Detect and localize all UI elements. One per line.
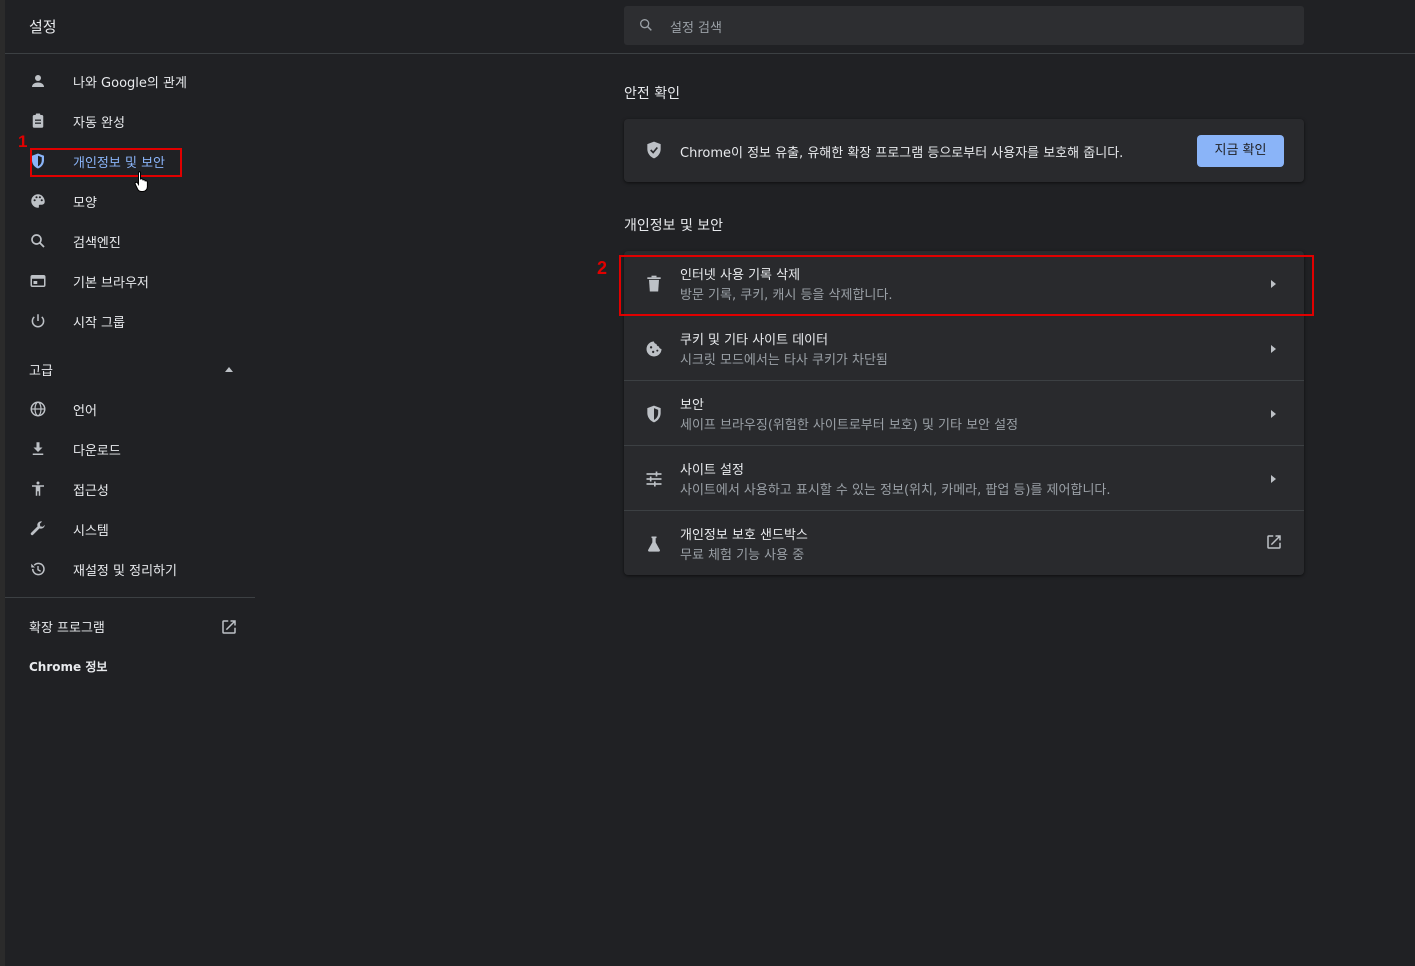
extensions-link[interactable]: 확장 프로그램 — [29, 617, 105, 636]
tune-icon — [646, 471, 662, 487]
safety-check-card: Chrome이 정보 유출, 유해한 확장 프로그램 등으로부터 사용자를 보호… — [624, 119, 1304, 182]
row-title: 개인정보 보호 샌드박스 — [680, 528, 808, 543]
chevron-right-icon — [1271, 345, 1276, 353]
search-icon — [31, 234, 45, 248]
sidebar-item-label: 다운로드 — [73, 444, 121, 459]
sidebar-item-system[interactable]: 시스템 — [5, 509, 255, 549]
sidebar-item-label: 언어 — [73, 404, 97, 419]
shield-check-icon — [647, 141, 661, 159]
row-title: 쿠키 및 기타 사이트 데이터 — [680, 333, 829, 348]
open-in-new-icon[interactable] — [220, 618, 238, 636]
annotation-number-2: 2 — [597, 258, 608, 278]
site-settings-row[interactable]: 사이트 설정 사이트에서 사용하고 표시할 수 있는 정보(위치, 카메라, 팝… — [624, 446, 1304, 511]
privacy-sandbox-row[interactable]: 개인정보 보호 샌드박스 무료 체험 기능 사용 중 — [624, 511, 1304, 576]
download-icon — [32, 442, 44, 455]
sidebar-item-downloads[interactable]: 다운로드 — [5, 429, 255, 469]
sidebar-item-languages[interactable]: 언어 — [5, 389, 255, 429]
sidebar-item-on-startup[interactable]: 시작 그룹 — [5, 301, 255, 341]
highlight-box-1 — [30, 148, 182, 177]
chevron-right-icon — [1271, 475, 1276, 483]
security-row[interactable]: 보안 세이프 브라우징(위험한 사이트로부터 보호) 및 기타 보안 설정 — [624, 381, 1304, 446]
sidebar-item-label: 시스템 — [73, 524, 109, 539]
about-chrome-link[interactable]: Chrome 정보 — [29, 658, 107, 675]
highlight-box-2 — [619, 255, 1314, 316]
sidebar-item-label: 자동 완성 — [73, 116, 125, 131]
open-in-new-icon — [1267, 535, 1281, 549]
row-subtitle: 무료 체험 기능 사용 중 — [680, 548, 805, 563]
sidebar-item-label: 접근성 — [73, 484, 109, 499]
browser-icon — [30, 275, 46, 287]
sidebar-item-label: 나와 Google의 관계 — [73, 76, 187, 91]
row-title: 사이트 설정 — [680, 463, 744, 478]
sidebar-item-label: 시작 그룹 — [73, 316, 125, 331]
flask-icon — [648, 536, 660, 552]
sidebar-item-label: 재설정 및 정리하기 — [73, 564, 177, 579]
globe-icon — [30, 401, 46, 417]
search-box[interactable]: 설정 검색 — [624, 6, 1304, 45]
cookies-row[interactable]: 쿠키 및 기타 사이트 데이터 시크릿 모드에서는 타사 쿠키가 차단됨 — [624, 316, 1304, 381]
sidebar-item-label: 검색엔진 — [73, 236, 121, 251]
sidebar-item-accessibility[interactable]: 접근성 — [5, 469, 255, 509]
page-title: 설정 — [29, 18, 57, 36]
palette-icon — [31, 194, 45, 208]
cookie-icon — [646, 341, 662, 357]
annotation-number-1: 1 — [18, 132, 28, 151]
search-icon — [640, 18, 652, 31]
shield-icon — [647, 405, 661, 423]
row-title: 보안 — [680, 398, 704, 413]
search-input[interactable]: 설정 검색 — [670, 17, 722, 36]
row-subtitle: 세이프 브라우징(위험한 사이트로부터 보호) 및 기타 보안 설정 — [680, 418, 1019, 433]
safety-check-heading: 안전 확인 — [624, 86, 680, 102]
wrench-icon — [30, 521, 45, 536]
row-subtitle: 시크릿 모드에서는 타사 쿠키가 차단됨 — [680, 353, 888, 368]
sidebar-item-autofill[interactable]: 자동 완성 — [5, 101, 255, 141]
clipboard-icon — [32, 113, 44, 128]
row-subtitle: 사이트에서 사용하고 표시할 수 있는 정보(위치, 카메라, 팝업 등)를 제… — [680, 483, 1111, 498]
advanced-toggle[interactable]: 고급 — [29, 360, 53, 379]
accessibility-icon — [32, 481, 44, 496]
sidebar-item-default-browser[interactable]: 기본 브라우저 — [5, 261, 255, 301]
chevron-up-icon[interactable] — [225, 367, 233, 372]
hand-cursor-icon — [134, 171, 148, 192]
sidebar-item-label: 기본 브라우저 — [73, 276, 149, 291]
privacy-heading: 개인정보 및 보안 — [624, 218, 724, 234]
power-icon — [31, 314, 45, 328]
safety-check-text: Chrome이 정보 유출, 유해한 확장 프로그램 등으로부터 사용자를 보호… — [680, 146, 1124, 161]
divider — [5, 597, 255, 598]
sidebar-item-reset[interactable]: 재설정 및 정리하기 — [5, 549, 255, 589]
sidebar-item-search-engine[interactable]: 검색엔진 — [5, 221, 255, 261]
check-now-button[interactable]: 지금 확인 — [1197, 135, 1284, 167]
sidebar-item-label: 모양 — [73, 196, 97, 211]
sidebar-item-appearance[interactable]: 모양 — [5, 181, 255, 221]
person-icon — [32, 75, 44, 87]
sidebar-item-you-and-google[interactable]: 나와 Google의 관계 — [5, 61, 255, 101]
chevron-right-icon — [1271, 410, 1276, 418]
history-icon — [31, 562, 45, 576]
